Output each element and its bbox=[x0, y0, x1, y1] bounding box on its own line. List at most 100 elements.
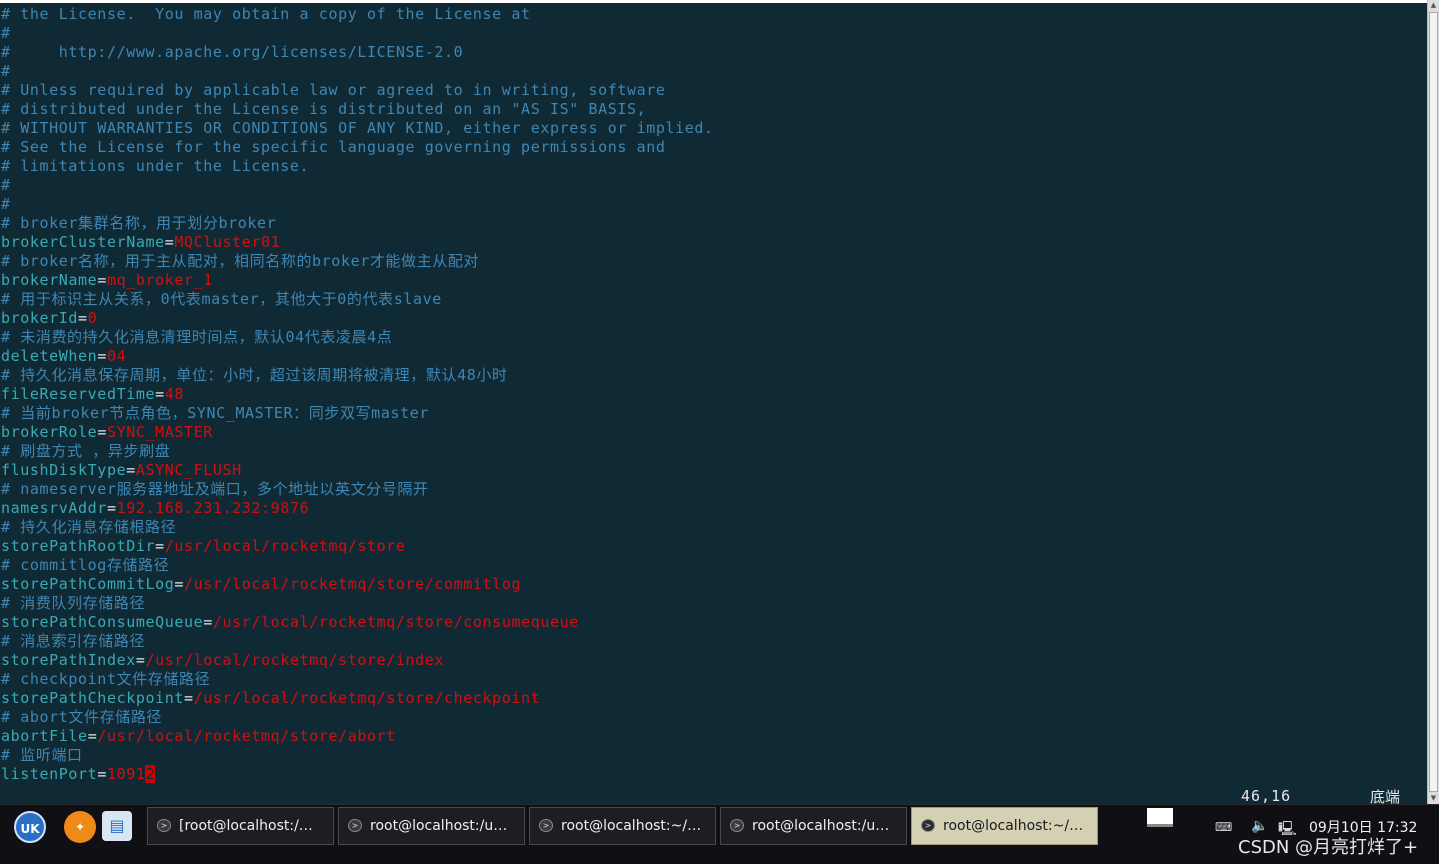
comment-line: # http://www.apache.org/licenses/LICENSE… bbox=[1, 43, 714, 62]
config-value: 0 bbox=[87, 309, 98, 327]
config-key: storePathCheckpoint bbox=[1, 689, 184, 707]
comment-line: # broker集群名称，用于划分broker bbox=[1, 214, 714, 233]
comment-text: # 持久化消息存储根路径 bbox=[1, 518, 177, 536]
comment-line: # 用于标识主从关系，0代表master，其他大于0的代表slave bbox=[1, 290, 714, 309]
taskbar-item-terminal-5[interactable]: > root@localhost:~/… bbox=[911, 807, 1098, 845]
terminal-icon: > bbox=[730, 819, 744, 832]
volume-icon[interactable]: 🔈 bbox=[1251, 818, 1268, 834]
comment-text: # WITHOUT WARRANTIES OR CONDITIONS OF AN… bbox=[1, 119, 714, 137]
equals-sign: = bbox=[155, 537, 165, 555]
comment-line: # bbox=[1, 24, 714, 43]
config-value: SYNC_MASTER bbox=[106, 423, 213, 441]
comment-text: # 用于标识主从关系，0代表master，其他大于0的代表slave bbox=[1, 290, 442, 308]
equals-sign: = bbox=[97, 765, 107, 783]
comment-text: # limitations under the License. bbox=[1, 157, 310, 175]
scrollbar-thumb[interactable] bbox=[1429, 12, 1438, 792]
config-key: fileReservedTime bbox=[1, 385, 156, 403]
comment-text: # See the License for the specific langu… bbox=[1, 138, 666, 156]
terminal-icon: > bbox=[921, 819, 935, 832]
tray-window-icon[interactable] bbox=[1147, 808, 1173, 827]
config-key: brokerRole bbox=[1, 423, 98, 441]
config-line: flushDiskType=ASYNC_FLUSH bbox=[1, 461, 714, 480]
comment-line: # 当前broker节点角色，SYNC_MASTER：同步双写master bbox=[1, 404, 714, 423]
comment-line: # 持久化消息保存周期，单位：小时，超过该周期将被清理，默认48小时 bbox=[1, 366, 714, 385]
terminal-icon: > bbox=[348, 819, 362, 832]
comment-text: # bbox=[1, 24, 11, 42]
comment-text: # distributed under the License is distr… bbox=[1, 100, 647, 118]
config-line: brokerClusterName=MQCluster01 bbox=[1, 233, 714, 252]
comment-line: # bbox=[1, 176, 714, 195]
scroll-down-icon[interactable]: ▼ bbox=[1428, 793, 1439, 803]
taskbar-item-terminal-4[interactable]: > root@localhost:/u… bbox=[720, 807, 907, 845]
taskbar-item-terminal-1[interactable]: > [root@localhost:/… bbox=[147, 807, 334, 845]
taskbar-item-terminal-2[interactable]: > root@localhost:/u… bbox=[338, 807, 525, 845]
comment-line: # Unless required by applicable law or a… bbox=[1, 81, 714, 100]
comment-line: # bbox=[1, 62, 714, 81]
editor-text-area[interactable]: # the License. You may obtain a copy of … bbox=[1, 5, 714, 784]
comment-line: # 监听端口 bbox=[1, 746, 714, 765]
equals-sign: = bbox=[164, 233, 175, 251]
config-key: brokerClusterName bbox=[1, 233, 165, 251]
config-value: 04 bbox=[106, 347, 127, 365]
task-label: root@localhost:~/… bbox=[561, 818, 702, 834]
comment-line: # broker名称，用于主从配对，相同名称的broker才能做主从配对 bbox=[1, 252, 714, 271]
comment-text: # bbox=[1, 176, 11, 194]
config-line: fileReservedTime=48 bbox=[1, 385, 714, 404]
config-key: storePathRootDir bbox=[1, 537, 156, 555]
config-value: 192.168.231.232:9876 bbox=[116, 499, 310, 517]
equals-sign: = bbox=[203, 613, 213, 631]
comment-text: # 监听端口 bbox=[1, 746, 83, 764]
comment-text: # http://www.apache.org/licenses/LICENSE… bbox=[1, 43, 464, 61]
comment-text: # 未消费的持久化消息清理时间点，默认04代表凌晨4点 bbox=[1, 328, 393, 346]
comment-line: # 持久化消息存储根路径 bbox=[1, 518, 714, 537]
scroll-indicator: 底端 bbox=[1370, 788, 1401, 804]
comment-text: # Unless required by applicable law or a… bbox=[1, 81, 666, 99]
comment-line: # checkpoint文件存储路径 bbox=[1, 670, 714, 689]
firefox-icon[interactable]: ✦ bbox=[64, 811, 96, 843]
comment-line: # 未消费的持久化消息清理时间点，默认04代表凌晨4点 bbox=[1, 328, 714, 347]
watermark: CSDN @月亮打烊了+ bbox=[1238, 837, 1419, 858]
config-line: brokerName=mq_broker_1 bbox=[1, 271, 714, 290]
config-key: storePathConsumeQueue bbox=[1, 613, 204, 631]
config-value: /usr/local/rocketmq/store/index bbox=[145, 651, 445, 669]
config-key: flushDiskType bbox=[1, 461, 127, 479]
config-key: listenPort bbox=[1, 765, 98, 783]
equals-sign: = bbox=[97, 423, 107, 441]
config-line: brokerRole=SYNC_MASTER bbox=[1, 423, 714, 442]
config-line: deleteWhen=04 bbox=[1, 347, 714, 366]
comment-text: # the License. You may obtain a copy of … bbox=[1, 5, 531, 23]
comment-text: # 刷盘方式 ，异步刷盘 bbox=[1, 442, 171, 460]
comment-line: # nameserver服务器地址及端口，多个地址以英文分号隔开 bbox=[1, 480, 714, 499]
config-line: storePathCommitLog=/usr/local/rocketmq/s… bbox=[1, 575, 714, 594]
config-value: /usr/local/rocketmq/store/checkpoint bbox=[193, 689, 541, 707]
config-value: 48 bbox=[164, 385, 184, 403]
scroll-up-icon[interactable]: ▲ bbox=[1428, 0, 1439, 10]
equals-sign: = bbox=[106, 499, 117, 517]
config-value: /usr/local/rocketmq/store bbox=[164, 537, 406, 555]
config-line: listenPort=10912 bbox=[1, 765, 714, 784]
comment-line: # commitlog存储路径 bbox=[1, 556, 714, 575]
config-value: /usr/local/rocketmq/store/commitlog bbox=[184, 575, 522, 593]
start-menu-icon[interactable]: UK bbox=[14, 811, 46, 843]
task-label: [root@localhost:/… bbox=[179, 818, 313, 834]
comment-line: # bbox=[1, 195, 714, 214]
config-line: abortFile=/usr/local/rocketmq/store/abor… bbox=[1, 727, 714, 746]
equals-sign: = bbox=[78, 309, 88, 327]
comment-text: # commitlog存储路径 bbox=[1, 556, 170, 574]
equals-sign: = bbox=[155, 385, 165, 403]
comment-text: # broker集群名称，用于划分broker bbox=[1, 214, 277, 232]
config-line: storePathRootDir=/usr/local/rocketmq/sto… bbox=[1, 537, 714, 556]
equals-sign: = bbox=[87, 727, 98, 745]
comment-text: # nameserver服务器地址及端口，多个地址以英文分号隔开 bbox=[1, 480, 429, 498]
keyboard-icon[interactable]: ⌨ bbox=[1215, 820, 1232, 834]
config-key: abortFile bbox=[1, 727, 88, 745]
file-manager-icon[interactable]: ▤ bbox=[102, 811, 132, 841]
config-line: namesrvAddr=192.168.231.232:9876 bbox=[1, 499, 714, 518]
comment-text: # 消费队列存储路径 bbox=[1, 594, 146, 612]
comment-line: # distributed under the License is distr… bbox=[1, 100, 714, 119]
terminal-window[interactable]: # the License. You may obtain a copy of … bbox=[0, 0, 1427, 804]
taskbar-item-terminal-3[interactable]: > root@localhost:~/… bbox=[529, 807, 716, 845]
comment-text: # 持久化消息保存周期，单位：小时，超过该周期将被清理，默认48小时 bbox=[1, 366, 508, 384]
terminal-scrollbar[interactable]: ▲ ▼ bbox=[1427, 0, 1439, 804]
comment-text: # abort文件存储路径 bbox=[1, 708, 163, 726]
